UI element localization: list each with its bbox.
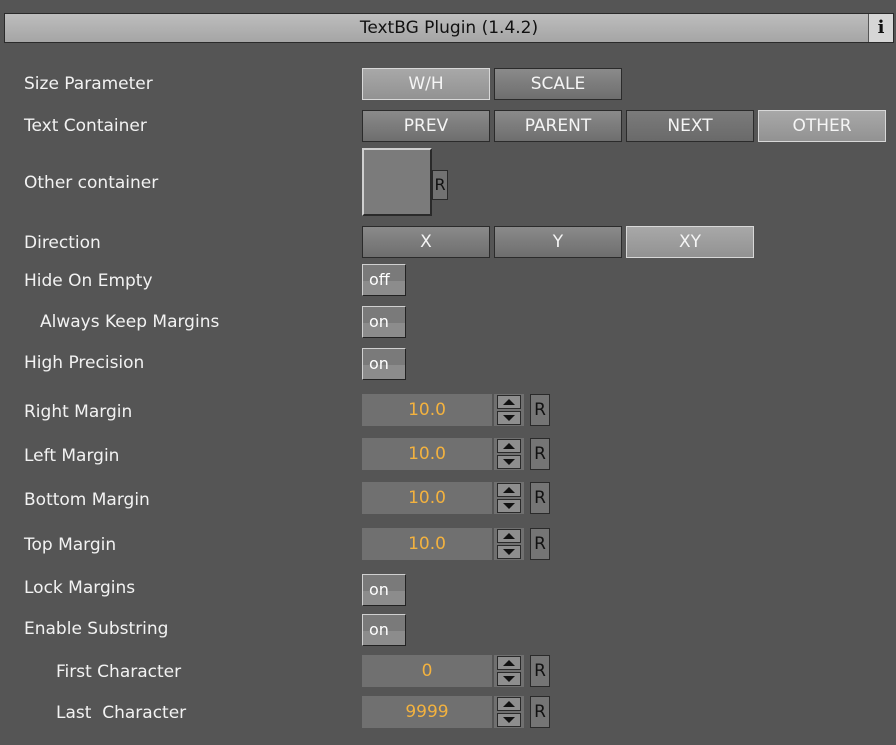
spin-up-icon[interactable] bbox=[497, 395, 521, 409]
text-container-parent-button[interactable]: PARENT bbox=[494, 110, 622, 142]
title-bar: TextBG Plugin (1.4.2) i bbox=[4, 13, 894, 43]
spin-up-icon[interactable] bbox=[497, 483, 521, 497]
bottom-margin-reset-button[interactable]: R bbox=[530, 482, 550, 514]
lock-margins-label: Lock Margins bbox=[24, 578, 136, 598]
hide-on-empty-label: Hide On Empty bbox=[24, 271, 153, 291]
size-parameter-label: Size Parameter bbox=[24, 74, 153, 94]
direction-x-button[interactable]: X bbox=[362, 226, 490, 258]
size-parameter-wh-button[interactable]: W/H bbox=[362, 68, 490, 100]
first-character-reset-button[interactable]: R bbox=[530, 655, 550, 687]
text-container-label: Text Container bbox=[24, 116, 147, 136]
spin-down-icon[interactable] bbox=[497, 499, 521, 513]
lock-margins-toggle[interactable]: on bbox=[362, 574, 406, 606]
last-character-label: Last Character bbox=[56, 703, 187, 723]
bottom-margin-field[interactable]: 10.0 bbox=[362, 482, 492, 514]
text-container-other-button[interactable]: OTHER bbox=[758, 110, 886, 142]
info-icon[interactable]: i bbox=[868, 14, 893, 42]
spin-down-icon[interactable] bbox=[497, 455, 521, 469]
top-margin-spinner[interactable] bbox=[494, 528, 524, 560]
spin-up-icon[interactable] bbox=[497, 529, 521, 543]
other-container-label: Other container bbox=[24, 173, 159, 193]
high-precision-label: High Precision bbox=[24, 353, 145, 373]
last-character-spinner[interactable] bbox=[494, 696, 524, 728]
direction-y-button[interactable]: Y bbox=[494, 226, 622, 258]
right-margin-label: Right Margin bbox=[24, 402, 133, 422]
top-margin-reset-button[interactable]: R bbox=[530, 528, 550, 560]
textbg-plugin-panel: TextBG Plugin (1.4.2) i Size Parameter W… bbox=[0, 0, 896, 745]
top-margin-field[interactable]: 10.0 bbox=[362, 528, 492, 560]
spin-down-icon[interactable] bbox=[497, 713, 521, 727]
top-margin-label: Top Margin bbox=[24, 535, 117, 555]
left-margin-reset-button[interactable]: R bbox=[530, 438, 550, 470]
right-margin-field[interactable]: 10.0 bbox=[362, 394, 492, 426]
enable-substring-toggle[interactable]: on bbox=[362, 614, 406, 646]
text-container-prev-button[interactable]: PREV bbox=[362, 110, 490, 142]
other-container-reset-button[interactable]: R bbox=[432, 170, 448, 200]
left-margin-label: Left Margin bbox=[24, 446, 120, 466]
size-parameter-scale-button[interactable]: SCALE bbox=[494, 68, 622, 100]
bottom-margin-spinner[interactable] bbox=[494, 482, 524, 514]
last-character-field[interactable]: 9999 bbox=[362, 696, 492, 728]
direction-label: Direction bbox=[24, 233, 101, 253]
left-margin-spinner[interactable] bbox=[494, 438, 524, 470]
right-margin-spinner[interactable] bbox=[494, 394, 524, 426]
high-precision-toggle[interactable]: on bbox=[362, 348, 406, 380]
spin-down-icon[interactable] bbox=[497, 545, 521, 559]
text-container-next-button[interactable]: NEXT bbox=[626, 110, 754, 142]
spin-down-icon[interactable] bbox=[497, 411, 521, 425]
hide-on-empty-value: off bbox=[369, 270, 390, 289]
window-title: TextBG Plugin (1.4.2) bbox=[359, 18, 539, 38]
spin-up-icon[interactable] bbox=[497, 697, 521, 711]
always-keep-margins-value: on bbox=[369, 312, 389, 331]
other-container-drop-slot[interactable] bbox=[362, 148, 432, 216]
last-character-reset-button[interactable]: R bbox=[530, 696, 550, 728]
first-character-field[interactable]: 0 bbox=[362, 655, 492, 687]
high-precision-value: on bbox=[369, 354, 389, 373]
bottom-margin-label: Bottom Margin bbox=[24, 490, 150, 510]
always-keep-margins-toggle[interactable]: on bbox=[362, 306, 406, 338]
lock-margins-value: on bbox=[369, 580, 389, 599]
first-character-label: First Character bbox=[56, 662, 182, 682]
spin-up-icon[interactable] bbox=[497, 656, 521, 670]
right-margin-reset-button[interactable]: R bbox=[530, 394, 550, 426]
left-margin-field[interactable]: 10.0 bbox=[362, 438, 492, 470]
enable-substring-value: on bbox=[369, 620, 389, 639]
always-keep-margins-label: Always Keep Margins bbox=[40, 312, 220, 332]
hide-on-empty-toggle[interactable]: off bbox=[362, 264, 406, 296]
enable-substring-label: Enable Substring bbox=[24, 619, 169, 639]
direction-xy-button[interactable]: XY bbox=[626, 226, 754, 258]
spin-down-icon[interactable] bbox=[497, 672, 521, 686]
spin-up-icon[interactable] bbox=[497, 439, 521, 453]
first-character-spinner[interactable] bbox=[494, 655, 524, 687]
